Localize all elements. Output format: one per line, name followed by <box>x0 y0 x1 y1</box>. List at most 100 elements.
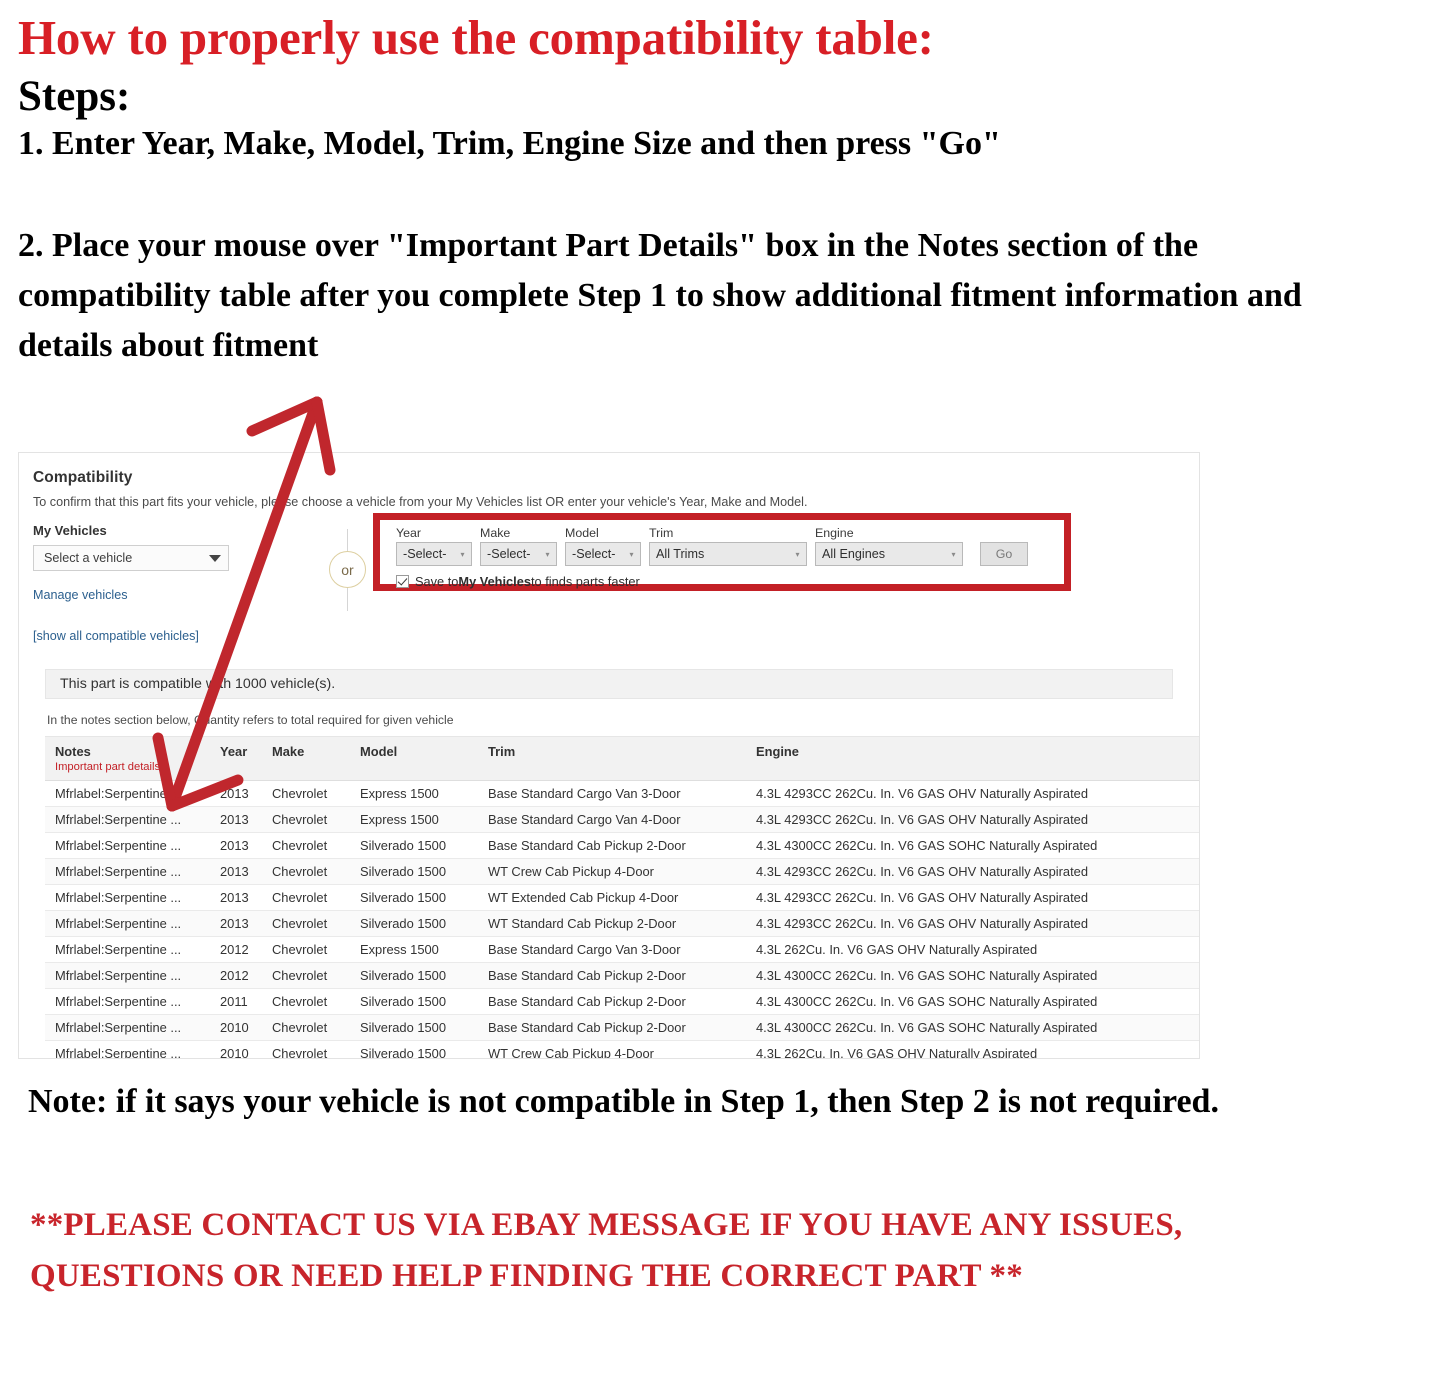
table-row[interactable]: Mfrlabel:Serpentine ... 2013 Chevrolet Silv… <box>45 910 1199 937</box>
cell-notes: Mfrlabel:Serpentine ... <box>45 910 210 937</box>
cell-notes: Mfrlabel:Serpentine ... <box>45 806 210 833</box>
table-row[interactable]: Mfrlabel:Serpentine ... 2013 Chevrolet Silv… <box>45 858 1199 885</box>
cell-trim: Base Standard Cargo Van 3-Door <box>478 780 746 807</box>
cell-trim: WT Standard Cab Pickup 2-Door <box>478 910 746 937</box>
cell-make: Chevrolet <box>262 806 350 833</box>
important-part-details-label[interactable]: Important part details <box>55 761 202 773</box>
cell-year: 2013 <box>210 780 262 807</box>
cell-engine: 4.3L 4293CC 262Cu. In. V6 GAS OHV Natura… <box>746 780 1199 807</box>
header-model[interactable]: Model <box>350 736 478 781</box>
cell-trim: Base Standard Cargo Van 3-Door <box>478 936 746 963</box>
table-row[interactable]: Mfrlabel:Serpentine ... 2013 Chevrolet Expr… <box>45 780 1199 807</box>
cell-trim: Base Standard Cab Pickup 2-Door <box>478 962 746 989</box>
table-row[interactable]: Mfrlabel:Serpentine ... 2013 Chevrolet Silv… <box>45 884 1199 911</box>
cell-model: Silverado 1500 <box>350 858 478 885</box>
compatibility-title: Compatibility <box>33 469 133 486</box>
table-row[interactable]: Mfrlabel:Serpentine ... 2011 Chevrolet Silv… <box>45 988 1199 1015</box>
compatibility-subtitle: To confirm that this part fits your vehi… <box>33 495 808 509</box>
compatible-count-banner: This part is compatible with 1000 vehicl… <box>45 669 1173 699</box>
save-checkbox[interactable] <box>396 575 409 588</box>
table-row[interactable]: Mfrlabel:Serpentine ... 2012 Chevrolet Silv… <box>45 962 1199 989</box>
cell-notes: Mfrlabel:Serpentine ... <box>45 1040 210 1058</box>
make-label: Make <box>480 526 511 540</box>
header-trim[interactable]: Trim <box>478 736 746 781</box>
show-all-compatible-vehicles-link[interactable]: [show all compatible vehicles] <box>33 629 293 643</box>
cell-model: Silverado 1500 <box>350 1014 478 1041</box>
cell-trim: WT Crew Cab Pickup 4-Door <box>478 1040 746 1058</box>
header-engine[interactable]: Engine <box>746 736 1199 781</box>
cell-make: Chevrolet <box>262 910 350 937</box>
cell-engine: 4.3L 4293CC 262Cu. In. V6 GAS OHV Natura… <box>746 910 1199 937</box>
cell-notes: Mfrlabel:Serpentine ... <box>45 858 210 885</box>
cell-make: Chevrolet <box>262 858 350 885</box>
cell-engine: 4.3L 262Cu. In. V6 GAS OHV Naturally Asp… <box>746 936 1199 963</box>
engine-value: All Engines <box>822 547 886 561</box>
vehicle-selector-highlight-box: Year -Select- ▾ Make -Select- ▾ Model -S… <box>373 513 1071 591</box>
cell-make: Chevrolet <box>262 884 350 911</box>
compatibility-panel: Compatibility To confirm that this part … <box>18 452 1200 1059</box>
cell-make: Chevrolet <box>262 1014 350 1041</box>
chevron-down-icon: ▾ <box>951 549 956 559</box>
cell-model: Silverado 1500 <box>350 988 478 1015</box>
year-field: Year -Select- ▾ <box>396 526 472 566</box>
cell-trim: Base Standard Cab Pickup 2-Door <box>478 832 746 859</box>
cell-model: Silverado 1500 <box>350 962 478 989</box>
chevron-down-icon: ▾ <box>460 549 465 559</box>
page-title: How to properly use the compatibility ta… <box>18 10 934 65</box>
cell-model: Silverado 1500 <box>350 1040 478 1058</box>
save-text-pre: Save to <box>415 574 459 589</box>
model-select[interactable]: -Select- ▾ <box>565 542 641 566</box>
make-select[interactable]: -Select- ▾ <box>480 542 557 566</box>
cell-year: 2013 <box>210 832 262 859</box>
save-to-my-vehicles-row[interactable]: Save to My Vehicles to finds parts faste… <box>396 574 1028 589</box>
quantity-note: In the notes section below, Quantity ref… <box>47 713 454 727</box>
cell-year: 2011 <box>210 988 262 1015</box>
engine-label: Engine <box>815 526 854 540</box>
year-value: -Select- <box>403 547 447 561</box>
cell-make: Chevrolet <box>262 780 350 807</box>
cell-trim: WT Crew Cab Pickup 4-Door <box>478 858 746 885</box>
cell-model: Express 1500 <box>350 780 478 807</box>
cell-engine: 4.3L 4300CC 262Cu. In. V6 GAS SOHC Natur… <box>746 962 1199 989</box>
model-field: Model -Select- ▾ <box>565 526 641 566</box>
chevron-down-icon: ▾ <box>795 549 800 559</box>
table-row[interactable]: Mfrlabel:Serpentine ... 2013 Chevrolet Silv… <box>45 832 1199 859</box>
step-two-text: 2. Place your mouse over "Important Part… <box>18 226 1302 365</box>
header-make[interactable]: Make <box>262 736 350 781</box>
cell-trim: Base Standard Cab Pickup 2-Door <box>478 988 746 1015</box>
cell-model: Silverado 1500 <box>350 832 478 859</box>
cell-make: Chevrolet <box>262 962 350 989</box>
fitment-table-body: Mfrlabel:Serpentine ... 2013 Chevrolet Expr… <box>45 780 1199 1058</box>
go-button[interactable]: Go <box>980 542 1028 566</box>
header-notes[interactable]: Notes Important part details <box>45 736 210 781</box>
table-row[interactable]: Mfrlabel:Serpentine ... 2010 Chevrolet Silv… <box>45 1014 1199 1041</box>
vehicle-select-dropdown[interactable]: Select a vehicle <box>33 545 229 571</box>
or-badge-label: or <box>329 551 366 588</box>
cell-year: 2013 <box>210 858 262 885</box>
save-text-post: to finds parts faster <box>530 574 640 589</box>
cell-model: Express 1500 <box>350 936 478 963</box>
model-label: Model <box>565 526 599 540</box>
cell-model: Express 1500 <box>350 806 478 833</box>
cell-notes: Mfrlabel:Serpentine ... <box>45 962 210 989</box>
table-row[interactable]: Mfrlabel:Serpentine ... 2010 Chevrolet Silv… <box>45 1040 1199 1058</box>
header-year[interactable]: Year <box>210 736 262 781</box>
cell-year: 2013 <box>210 806 262 833</box>
save-text-bold: My Vehicles <box>458 574 531 589</box>
cell-year: 2013 <box>210 884 262 911</box>
table-row[interactable]: Mfrlabel:Serpentine ... 2013 Chevrolet Expr… <box>45 806 1199 833</box>
instructions-block: How to properly use the compatibility ta… <box>18 10 1418 371</box>
manage-vehicles-link[interactable]: Manage vehicles <box>33 588 293 602</box>
my-vehicles-label: My Vehicles <box>33 523 107 538</box>
cell-engine: 4.3L 4300CC 262Cu. In. V6 GAS SOHC Natur… <box>746 988 1199 1015</box>
engine-select[interactable]: All Engines ▾ <box>815 542 963 566</box>
year-select[interactable]: -Select- ▾ <box>396 542 472 566</box>
table-row[interactable]: Mfrlabel:Serpentine ... 2012 Chevrolet Expr… <box>45 936 1199 963</box>
cell-notes: Mfrlabel:Serpentine ... <box>45 780 210 807</box>
cell-year: 2012 <box>210 936 262 963</box>
cell-engine: 4.3L 4293CC 262Cu. In. V6 GAS OHV Natura… <box>746 858 1199 885</box>
cell-year: 2010 <box>210 1014 262 1041</box>
trim-select[interactable]: All Trims ▾ <box>649 542 807 566</box>
my-vehicles-column: My Vehicles Select a vehicle Manage vehi… <box>33 523 293 643</box>
cell-make: Chevrolet <box>262 832 350 859</box>
